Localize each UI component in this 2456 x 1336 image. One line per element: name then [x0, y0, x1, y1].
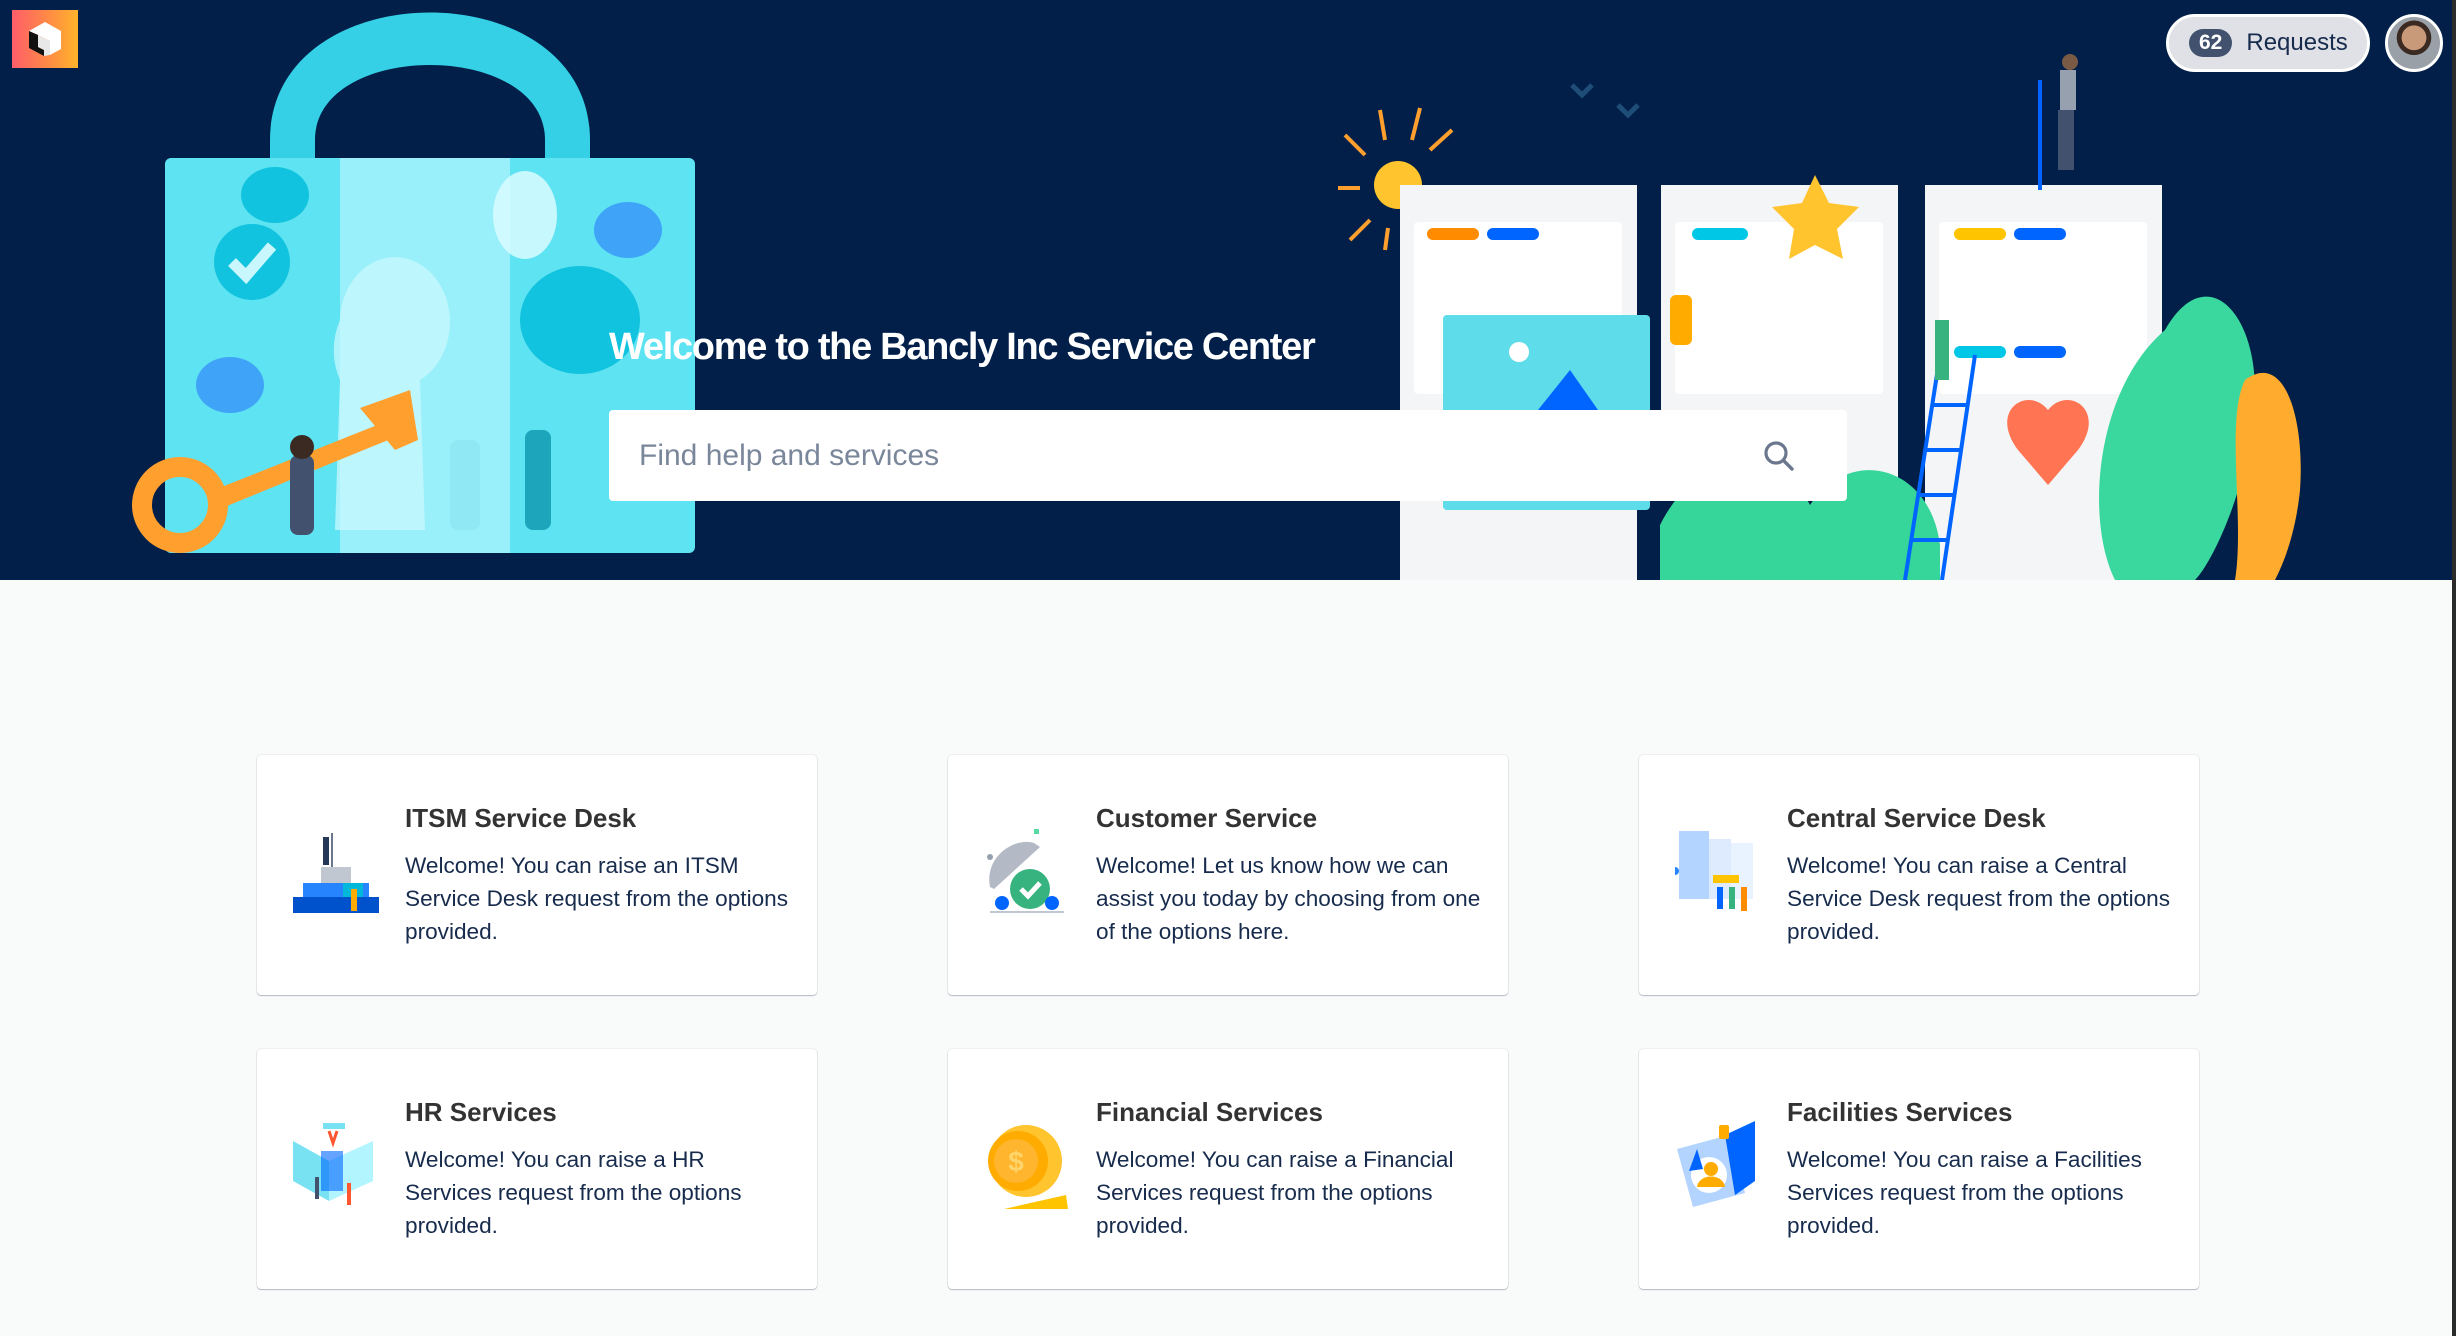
card-title: HR Services: [405, 1097, 557, 1127]
service-desk-card-central[interactable]: Central Service Desk Welcome! You can ra…: [1639, 755, 2199, 995]
card-title: Central Service Desk: [1787, 803, 2046, 833]
hr-panels-icon: [293, 1123, 373, 1205]
card-description: Welcome! You can raise a Facilities Serv…: [1787, 1147, 2142, 1238]
user-avatar[interactable]: [2385, 14, 2443, 72]
board-team-icon: [1675, 831, 1753, 911]
service-center-logo[interactable]: [12, 10, 78, 68]
castle-blocks-icon: [293, 833, 379, 913]
requests-label: Requests: [2246, 29, 2348, 56]
card-description: Welcome! Let us know how we can assist y…: [1096, 853, 1481, 944]
service-desk-card-facilities[interactable]: Facilities Services Welcome! You can rai…: [1639, 1049, 2199, 1289]
card-title: ITSM Service Desk: [405, 803, 637, 833]
service-desk-card-customer-service[interactable]: Customer Service Welcome! Let us know ho…: [948, 755, 1508, 995]
search-input[interactable]: [637, 437, 1759, 474]
window-edge: [2452, 0, 2456, 1336]
service-desk-card-itsm[interactable]: ITSM Service Desk Welcome! You can raise…: [257, 755, 817, 995]
hero-banner: Welcome to the Bancly Inc Service Center…: [0, 0, 2452, 580]
service-desk-card-financial[interactable]: $ Financial Services Welcome! You can ra…: [948, 1049, 1508, 1289]
card-description: Welcome! You can raise a Central Service…: [1787, 853, 2171, 944]
card-description: Welcome! You can raise a HR Services req…: [405, 1147, 742, 1238]
id-badge-icon: [1677, 1121, 1755, 1207]
cloche-checkmark-icon: [987, 829, 1064, 913]
service-desk-card-hr[interactable]: HR Services Welcome! You can raise a HR …: [257, 1049, 817, 1289]
svg-text:$: $: [1008, 1146, 1024, 1177]
gold-coin-icon: $: [988, 1125, 1068, 1209]
search-box[interactable]: [609, 410, 1847, 501]
service-center-logo-icon: [29, 22, 61, 56]
card-description: Welcome! You can raise a Financial Servi…: [1096, 1147, 1454, 1238]
card-title: Customer Service: [1096, 803, 1318, 833]
requests-count-badge: 62: [2189, 29, 2233, 57]
card-description: Welcome! You can raise an ITSM Service D…: [405, 853, 789, 944]
search-icon[interactable]: [1759, 436, 1799, 476]
card-title: Financial Services: [1096, 1097, 1323, 1127]
requests-button[interactable]: 62 Requests: [2166, 14, 2370, 72]
page-title: Welcome to the Bancly Inc Service Center: [609, 326, 1316, 368]
card-title: Facilities Services: [1787, 1097, 2013, 1127]
